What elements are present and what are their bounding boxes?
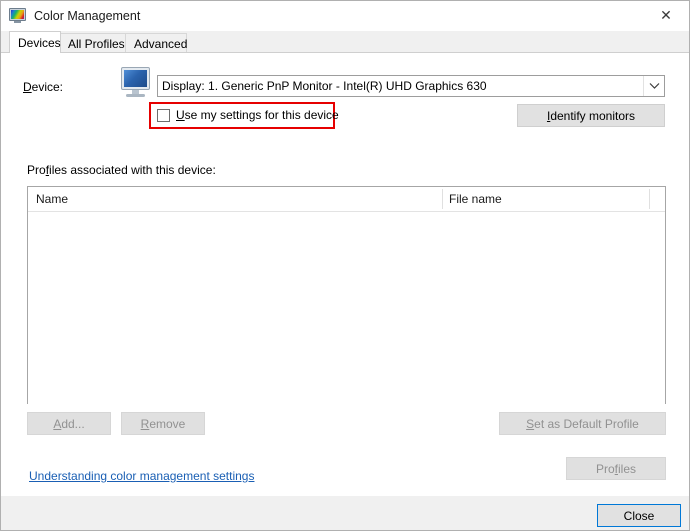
tab-devices[interactable]: Devices — [9, 31, 61, 53]
use-my-settings-checkbox-row[interactable]: Use my settings for this device — [157, 108, 339, 122]
column-header-name[interactable]: Name — [36, 187, 68, 211]
window-title: Color Management — [34, 9, 141, 23]
understanding-color-management-link[interactable]: Understanding color management settings — [29, 469, 254, 483]
tab-all-profiles-label: All Profiles — [68, 36, 125, 51]
color-monitor-icon — [9, 8, 26, 24]
profiles-button-label: Profiles — [595, 461, 637, 476]
column-divider[interactable] — [442, 189, 443, 209]
chevron-down-icon[interactable] — [643, 76, 664, 96]
column-header-file-name[interactable]: File name — [449, 187, 502, 211]
profiles-list-body[interactable] — [28, 212, 665, 404]
close-window-icon[interactable]: ✕ — [643, 1, 689, 30]
set-as-default-profile-label: Set as Default Profile — [526, 416, 639, 431]
add-button-label: Add... — [53, 416, 85, 431]
profiles-list[interactable]: Name File name — [27, 186, 666, 404]
remove-button-label: Remove — [140, 416, 186, 431]
tab-advanced-label: Advanced — [134, 36, 188, 51]
identify-monitors-button[interactable]: Identify monitors — [517, 104, 665, 127]
tab-devices-label: Devices — [18, 35, 61, 50]
tab-all-profiles[interactable]: All Profiles — [59, 33, 126, 53]
use-my-settings-checkbox[interactable] — [157, 108, 170, 122]
use-my-settings-label: Use my settings for this device — [176, 108, 339, 122]
add-button[interactable]: Add... — [27, 412, 111, 435]
profiles-button[interactable]: Profiles — [566, 457, 666, 480]
color-management-window: Color Management ✕ Devices All Profiles … — [0, 0, 690, 531]
profiles-list-header: Name File name — [28, 187, 665, 212]
device-label: Device: — [23, 80, 64, 94]
dialog-footer — [1, 496, 689, 530]
monitor-icon — [119, 67, 153, 99]
device-select[interactable]: Display: 1. Generic PnP Monitor - Intel(… — [157, 75, 665, 97]
tab-advanced[interactable]: Advanced — [125, 33, 187, 53]
remove-button[interactable]: Remove — [121, 412, 205, 435]
tab-strip: Devices All Profiles Advanced — [1, 31, 689, 53]
title-bar: Color Management ✕ — [1, 1, 689, 31]
set-as-default-profile-button[interactable]: Set as Default Profile — [499, 412, 666, 435]
device-select-value: Display: 1. Generic PnP Monitor - Intel(… — [162, 79, 487, 93]
column-divider-end[interactable] — [649, 189, 650, 209]
close-button[interactable]: Close — [597, 504, 681, 527]
profiles-associated-label: Profiles associated with this device: — [27, 163, 216, 177]
close-button-label: Close — [623, 508, 655, 523]
identify-monitors-label: Identify monitors — [546, 108, 636, 123]
